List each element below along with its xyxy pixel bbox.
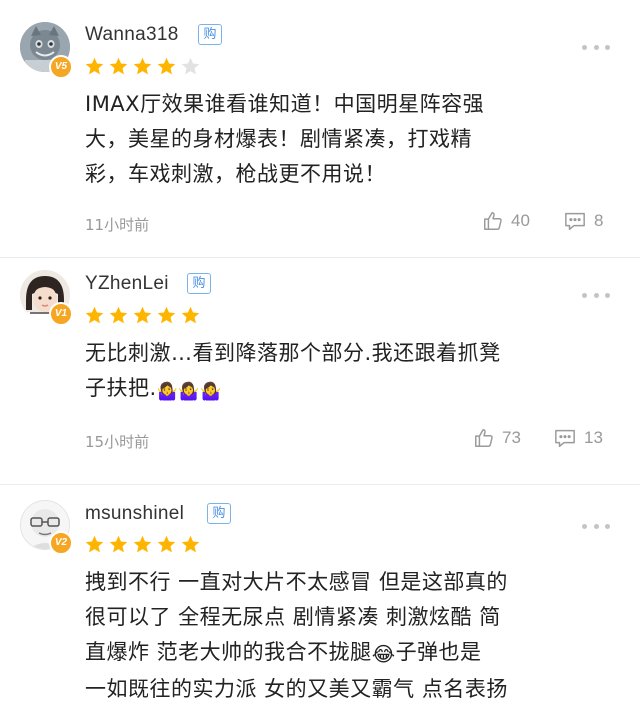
- comment-item: V1 YZhenLei 购 无比刺激…看到降落那个部分.我还跟着抓凳 子扶把.🤷…: [0, 258, 640, 484]
- level-badge: V5: [49, 55, 73, 79]
- star-filled-icon: [157, 535, 176, 553]
- star-rating: [84, 56, 201, 78]
- comment-line: 直爆炸 范老大帅的我合不拢腿😂子弹也是: [85, 635, 605, 672]
- comment-line: 大，美星的身材爆表！剧情紧凑，打戏精: [85, 127, 472, 151]
- more-dots-icon[interactable]: [582, 291, 610, 299]
- star-rating: [84, 305, 201, 327]
- comment-line: 很可以了 全程无尿点 剧情紧凑 刺激炫酷 简: [85, 605, 501, 629]
- like-button[interactable]: 73: [473, 427, 521, 449]
- comment-line: 彩，车戏刺激，枪战更不用说！: [85, 162, 386, 186]
- comment-item: V5 Wanna318 购 IMAX厅效果谁看谁知道！中国明星阵容强 大，美星的…: [0, 0, 640, 258]
- star-filled-icon: [85, 535, 104, 553]
- username[interactable]: msunshinel: [85, 503, 184, 525]
- star-filled-icon: [133, 535, 152, 553]
- comment-item: V2 msunshinel 购 拽到不行 一直对大片不太感冒 但是这部真的 很可…: [0, 485, 640, 727]
- star-filled-icon: [109, 306, 128, 324]
- star-filled-icon: [181, 535, 200, 553]
- comment-line: 一如既往的实力派 女的又美又霸气 点名表扬: [85, 677, 508, 701]
- like-button[interactable]: 40: [482, 210, 530, 232]
- more-dots-icon[interactable]: [582, 43, 610, 51]
- comment-line: IMAX厅效果谁看谁知道！中国明星阵容强: [85, 92, 485, 116]
- comment-time: 15小时前: [85, 433, 150, 451]
- comment-text: 拽到不行 一直对大片不太感冒 但是这部真的 很可以了 全程无尿点 剧情紧凑 刺激…: [85, 565, 605, 707]
- star-filled-icon: [85, 57, 104, 75]
- purchased-badge: 购: [207, 503, 231, 524]
- username[interactable]: YZhenLei: [85, 273, 169, 295]
- comment-line: 无比刺激…看到降落那个部分.我还跟着抓凳: [85, 341, 501, 365]
- laughing-emoji-icon: 😂: [371, 642, 396, 666]
- reply-button[interactable]: 13: [553, 427, 603, 449]
- level-badge: V2: [49, 531, 73, 555]
- level-badge: V1: [49, 302, 73, 326]
- star-filled-icon: [157, 57, 176, 75]
- star-filled-icon: [109, 535, 128, 553]
- purchased-badge: 购: [198, 24, 222, 45]
- star-filled-icon: [157, 306, 176, 324]
- comment-line-text: 子弹也是: [395, 640, 482, 664]
- more-dots-icon[interactable]: [582, 522, 610, 530]
- comment-text: 无比刺激…看到降落那个部分.我还跟着抓凳 子扶把.🤷‍♀️🤷‍♀️🤷‍♀️: [85, 336, 605, 410]
- reply-count: 13: [584, 428, 603, 447]
- like-count: 73: [502, 428, 521, 447]
- comment-line-text: 直爆炸 范老大帅的我合不拢腿: [85, 640, 372, 664]
- star-rating: [84, 534, 201, 556]
- like-count: 40: [511, 211, 530, 230]
- star-filled-icon: [133, 57, 152, 75]
- shrug-emoji-icon: 🤷‍♀️🤷‍♀️🤷‍♀️: [156, 382, 222, 402]
- star-filled-icon: [109, 57, 128, 75]
- star-empty-icon: [181, 57, 200, 75]
- comment-icon: [565, 212, 585, 230]
- reply-count: 8: [594, 211, 604, 230]
- comment-time: 11小时前: [85, 216, 150, 234]
- purchased-badge: 购: [187, 273, 211, 294]
- username[interactable]: Wanna318: [85, 24, 179, 46]
- star-filled-icon: [181, 306, 200, 324]
- reply-button[interactable]: 8: [563, 210, 603, 232]
- comment-line-text: 子扶把.: [85, 376, 157, 400]
- thumbs-up-icon: [484, 212, 502, 230]
- comment-line: 子扶把.🤷‍♀️🤷‍♀️🤷‍♀️: [85, 371, 605, 410]
- star-filled-icon: [85, 306, 104, 324]
- star-filled-icon: [133, 306, 152, 324]
- comment-line: 拽到不行 一直对大片不太感冒 但是这部真的: [85, 570, 508, 594]
- comment-icon: [555, 429, 575, 447]
- comment-text: IMAX厅效果谁看谁知道！中国明星阵容强 大，美星的身材爆表！剧情紧凑，打戏精 …: [85, 87, 605, 192]
- thumbs-up-icon: [475, 429, 493, 447]
